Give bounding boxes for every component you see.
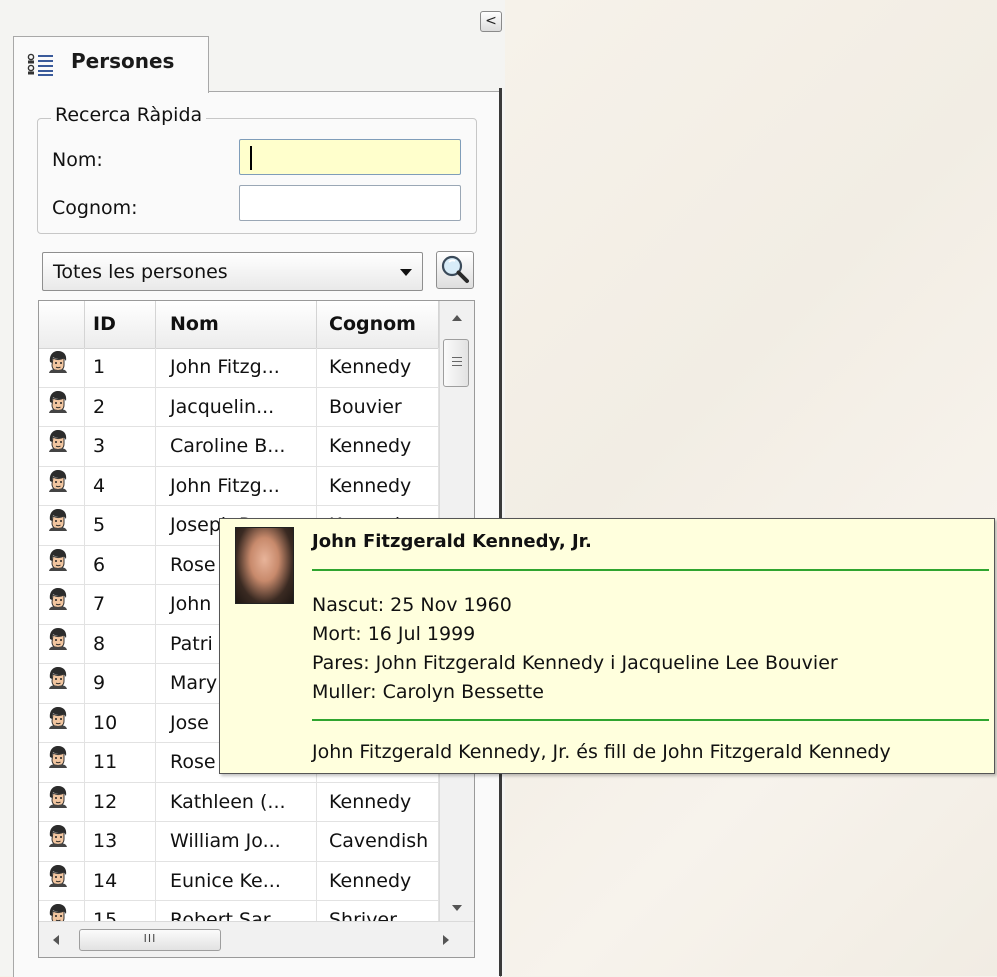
chevron-down-icon [400, 269, 412, 276]
search-button[interactable] [436, 251, 474, 289]
filter-selected-value: Totes les persones [53, 261, 228, 283]
table-row[interactable]: 14 Eunice Ke... Kennedy [39, 861, 439, 901]
name-label: Nom: [52, 149, 103, 171]
person-icon [39, 664, 85, 703]
scroll-up-arrow-icon[interactable] [452, 315, 462, 321]
cell-nom: Jacquelin... [156, 387, 317, 427]
horizontal-scroll-thumb[interactable]: III [79, 929, 221, 951]
tooltip-spouse: Muller: Carolyn Bessette [312, 681, 544, 703]
table-row[interactable]: 2 Jacquelin... Bouvier [39, 387, 439, 427]
person-icon [39, 348, 85, 387]
tab-persones[interactable]: Persones [13, 36, 209, 93]
cell-cognom: Kennedy [317, 861, 439, 901]
grip-line [452, 361, 462, 362]
magnifier-icon [441, 255, 469, 283]
vertical-scroll-thumb[interactable] [443, 339, 469, 387]
cell-id: 13 [85, 822, 156, 861]
cell-id: 10 [85, 703, 156, 743]
person-tooltip: John Fitzgerald Kennedy, Jr. Nascut: 25 … [219, 518, 995, 774]
person-icon [39, 466, 85, 506]
collapse-panel-button[interactable]: < [480, 11, 502, 32]
cell-nom: John Fitzg... [156, 348, 317, 387]
cell-id: 4 [85, 466, 156, 506]
person-icon [39, 506, 85, 545]
cell-cognom: Kennedy [317, 782, 439, 822]
column-header-nom[interactable]: Nom [156, 301, 317, 348]
person-icon [39, 822, 85, 861]
table-row[interactable]: 12 Kathleen (... Kennedy [39, 782, 439, 822]
scroll-left-arrow-icon[interactable] [53, 935, 59, 945]
person-icon [39, 743, 85, 782]
cell-cognom: Cavendish [317, 822, 439, 861]
cell-nom: Kathleen (... [156, 782, 317, 822]
cell-cognom: Kennedy [317, 466, 439, 506]
cell-id: 12 [85, 782, 156, 822]
cell-id: 7 [85, 585, 156, 624]
tooltip-separator [312, 569, 989, 571]
grip-line [452, 357, 462, 358]
cell-id: 5 [85, 506, 156, 545]
quick-search-group: Recerca Ràpida Nom: Cognom: [37, 104, 477, 234]
horizontal-scrollbar[interactable]: III [39, 921, 474, 957]
people-list-icon [27, 53, 53, 76]
persons-panel: < Persones Recerca Ràpida Nom: Cognom: T… [0, 0, 505, 977]
text-caret [250, 146, 252, 170]
table-header: ID Nom Cognom [39, 301, 439, 349]
workspace-background [505, 0, 997, 976]
tooltip-parents: Pares: John Fitzgerald Kennedy i Jacquel… [312, 652, 838, 674]
cell-id: 9 [85, 664, 156, 703]
cell-id: 11 [85, 743, 156, 782]
column-header-id[interactable]: ID [85, 301, 156, 348]
person-icon [39, 585, 85, 624]
cell-id: 8 [85, 624, 156, 664]
tooltip-died: Mort: 16 Jul 1999 [312, 623, 476, 645]
cell-cognom: Kennedy [317, 427, 439, 466]
cell-id: 14 [85, 861, 156, 901]
cell-cognom: Bouvier [317, 387, 439, 427]
person-filter-select[interactable]: Totes les persones [42, 252, 423, 291]
person-icon [39, 782, 85, 822]
cell-id: 6 [85, 545, 156, 585]
tooltip-title: John Fitzgerald Kennedy, Jr. [312, 531, 592, 552]
cell-id: 1 [85, 348, 156, 387]
name-input[interactable] [239, 139, 461, 175]
person-icon [39, 861, 85, 901]
surname-label: Cognom: [52, 197, 138, 219]
person-icon [39, 703, 85, 743]
tooltip-relation: John Fitzgerald Kennedy, Jr. és fill de … [312, 741, 891, 763]
scroll-right-arrow-icon[interactable] [443, 935, 449, 945]
cell-nom: John Fitzg... [156, 466, 317, 506]
cell-id: 3 [85, 427, 156, 466]
scroll-down-arrow-icon[interactable] [452, 905, 462, 911]
surname-input[interactable] [239, 185, 461, 221]
table-row[interactable]: 3 Caroline B... Kennedy [39, 427, 439, 467]
person-icon [39, 387, 85, 427]
quick-search-legend: Recerca Ràpida [51, 104, 207, 126]
tooltip-born: Nascut: 25 Nov 1960 [312, 594, 512, 616]
table-row[interactable]: 4 John Fitzg... Kennedy [39, 466, 439, 506]
person-icon [39, 624, 85, 664]
grip-line [452, 365, 462, 366]
cell-nom: William Jo... [156, 822, 317, 861]
cell-id: 2 [85, 387, 156, 427]
table-row[interactable]: 13 William Jo... Cavendish [39, 822, 439, 862]
person-icon [39, 545, 85, 585]
cell-nom: Caroline B... [156, 427, 317, 466]
column-header-cognom[interactable]: Cognom [317, 301, 439, 348]
table-row[interactable]: 1 John Fitzg... Kennedy [39, 348, 439, 388]
tab-label: Persones [71, 49, 175, 73]
person-icon [39, 427, 85, 466]
cell-cognom: Kennedy [317, 348, 439, 387]
cell-nom: Eunice Ke... [156, 861, 317, 901]
person-photo [235, 527, 294, 604]
tooltip-separator [312, 719, 989, 721]
column-header-icon[interactable] [39, 301, 85, 348]
